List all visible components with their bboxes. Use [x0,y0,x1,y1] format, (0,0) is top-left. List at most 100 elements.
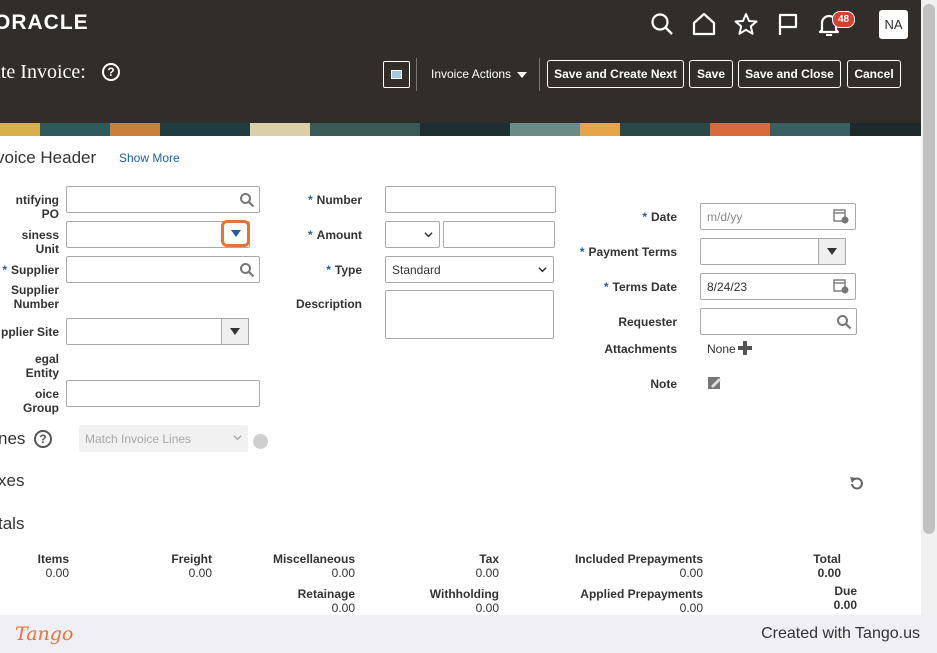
freight-total-label: Freight [171,552,212,566]
help-icon[interactable]: ? [102,63,120,81]
type-select[interactable]: Standard [385,256,554,283]
supplier-label: * Supplier [2,263,59,277]
payment-terms-label: * Payment Terms [579,245,677,259]
business-unit-label: siness Unit [21,228,59,256]
terms-date-input[interactable]: 8/24/23 [700,273,856,300]
cancel-button[interactable]: Cancel [847,60,901,88]
chevron-down-icon [538,267,547,273]
date-label: * Date [642,210,677,224]
attachments-label: Attachments [604,342,677,356]
view-image-button[interactable] [383,61,410,88]
match-invoice-lines-placeholder: Match Invoice Lines [85,431,192,446]
toolbar-separator [416,58,417,91]
number-label: * Number [307,193,362,207]
business-unit-dropdown-button[interactable] [221,220,250,247]
included-prepayments-label: Included Prepayments [574,552,703,566]
date-input[interactable]: m/d/yy [700,203,856,230]
retainage-value: 0.00 [331,601,355,615]
included-prepayments-value: 0.00 [679,566,703,580]
invoice-group-label: oice Group [23,387,59,415]
scrollbar-thumb[interactable] [923,4,935,534]
toolbar-separator [539,58,540,91]
tango-logo: Tango [15,623,74,645]
amount-label: * Amount [308,228,362,242]
description-label: Description [295,297,362,311]
invoice-group-input[interactable] [66,380,260,407]
supplier-site-dropdown-button[interactable] [221,318,249,345]
taxes-title: xes [0,471,25,490]
requester-input[interactable] [700,308,857,335]
tax-total-value: 0.00 [475,566,499,580]
date-placeholder: m/d/yy [707,209,743,224]
invoice-actions-menu[interactable]: Invoice Actions [431,67,528,81]
supplier-number-label-line1: Supplier [10,283,59,297]
applied-prepayments-value: 0.00 [679,601,703,615]
miscellaneous-total-label: Miscellaneous [272,552,355,566]
note-label: Note [650,377,677,391]
tax-total-label: Tax [479,552,499,566]
total-label: Total [813,552,841,566]
oracle-page: ORACLE 48 NA ate Invoice: ? Invoice Acti… [0,0,921,615]
flag-icon[interactable] [775,11,801,37]
attachments-value: None [707,342,736,356]
miscellaneous-total-value: 0.00 [331,566,355,580]
payment-terms-dropdown-button[interactable] [818,238,846,265]
search-icon[interactable] [239,262,255,278]
match-invoice-lines-select: Match Invoice Lines [79,425,248,452]
amount-input[interactable] [443,221,555,248]
currency-select[interactable] [385,221,440,248]
tango-footer: Tango Created with Tango.us [0,615,937,653]
chevron-down-icon [233,435,242,441]
notification-count-badge: 48 [832,11,856,28]
type-label: * Type [326,263,362,277]
show-more-link[interactable]: Show More [119,151,180,165]
chevron-down-icon [517,71,528,78]
note-icon[interactable] [708,376,722,390]
applied-prepayments-label: Applied Prepayments [580,587,703,601]
description-textarea[interactable] [385,290,554,339]
home-icon[interactable] [691,11,717,37]
withholding-label: Withholding [429,587,499,601]
add-attachment-plus-icon[interactable] [738,341,752,355]
page-title: ate Invoice: [0,61,86,83]
global-header: ORACLE 48 NA ate Invoice: ? Invoice Acti… [0,0,921,123]
decorative-banner [0,123,921,136]
search-icon[interactable] [649,11,675,37]
supplier-site-label: pplier Site [0,325,59,339]
invoice-header-title: voice Header [0,148,97,167]
save-and-close-button[interactable]: Save and Close [738,60,841,88]
caret-down-icon [230,328,240,335]
oracle-logo[interactable]: ORACLE [0,11,89,35]
save-and-create-next-button[interactable]: Save and Create Next [547,60,684,88]
payment-terms-select[interactable] [700,238,846,265]
refresh-icon[interactable] [848,475,865,492]
save-button[interactable]: Save [689,60,733,88]
retainage-label: Retainage [297,587,355,601]
search-icon[interactable] [239,192,255,208]
requester-label: Requester [618,315,677,329]
withholding-value: 0.00 [475,601,499,615]
due-label: Due [834,584,857,598]
items-total-label: Items [37,552,69,566]
search-icon[interactable] [836,314,852,330]
created-with-tango-text: Created with Tango.us [761,625,920,642]
lines-title: nes [0,429,26,448]
invoice-actions-label: Invoice Actions [431,67,512,81]
number-input[interactable] [385,186,556,213]
due-value: 0.00 [833,598,857,612]
lines-help-icon[interactable]: ? [34,430,52,448]
supplier-site-select[interactable] [66,318,249,345]
supplier-number-label-line2: Number [13,297,59,311]
supplier-input[interactable] [66,256,260,283]
required-marker: * [2,263,7,277]
terms-date-label: * Terms Date [603,280,677,294]
identifying-po-label: ntifying PO [15,193,59,221]
calendar-icon[interactable] [833,208,849,224]
go-arrow-icon [253,434,268,449]
identifying-po-input[interactable] [66,186,260,213]
favorites-star-icon[interactable] [733,11,759,37]
calendar-icon[interactable] [833,278,849,294]
caret-down-icon [827,248,837,255]
chevron-down-icon [424,232,433,238]
user-avatar[interactable]: NA [879,10,908,39]
